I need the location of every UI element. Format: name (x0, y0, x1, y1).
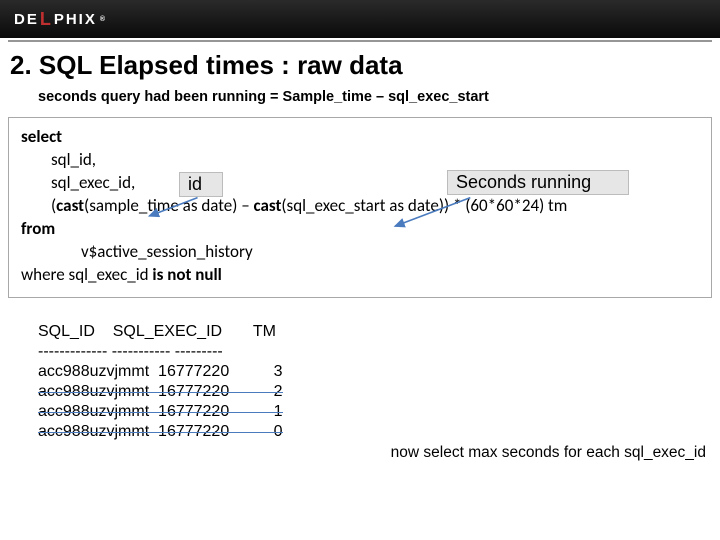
results-separator: ------------- ----------- --------- (38, 343, 223, 360)
footnote: now select max seconds for each sql_exec… (0, 442, 720, 462)
brand-pre: DE (14, 11, 39, 28)
strike-line-icon (38, 412, 283, 414)
brand-accent-icon: L (40, 9, 53, 30)
brand-logo: DE L PHIX ® (0, 0, 720, 38)
table-row: acc988uzvjmmt 16777220 0 (38, 422, 283, 442)
strike-line-icon (38, 392, 283, 394)
callout-id: id (179, 172, 223, 197)
subtitle-formula: seconds query had been running = Sample_… (0, 87, 720, 117)
sql-code-box: select sql_id, sql_exec_id, (cast(sample… (8, 117, 712, 298)
brand-text: DE L PHIX ® (14, 9, 107, 30)
code-line: (cast(sample_time as date) – cast(sql_ex… (21, 195, 699, 218)
table-row: acc988uzvjmmt 16777220 1 (38, 402, 283, 422)
results-table: SQL_ID SQL_EXEC_ID TM ------------- ----… (0, 298, 720, 442)
code-line: select (21, 126, 699, 149)
code-line: v$active_session_history (21, 241, 699, 264)
topbar: DE L PHIX ® (0, 0, 720, 38)
table-row: acc988uzvjmmt 16777220 2 (38, 382, 283, 402)
results-header: SQL_ID SQL_EXEC_ID TM (38, 323, 276, 340)
code-line: from (21, 218, 699, 241)
code-line: sql_id, (21, 149, 699, 172)
brand-post: PHIX (54, 11, 97, 28)
code-line: where sql_exec_id is not null (21, 264, 699, 287)
callout-seconds-running: Seconds running (447, 170, 629, 195)
table-row: acc988uzvjmmt 16777220 3 (38, 363, 283, 380)
page-title: 2. SQL Elapsed times : raw data (0, 42, 720, 87)
brand-tm: ® (100, 16, 107, 23)
strike-line-icon (38, 432, 283, 434)
